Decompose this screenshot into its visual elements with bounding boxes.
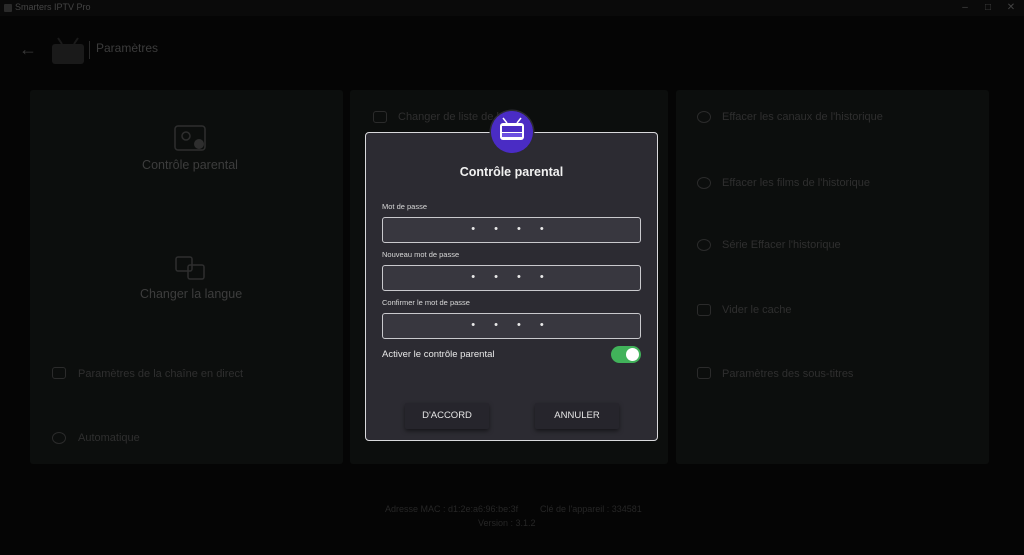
arrow-left-icon[interactable]: ← bbox=[19, 39, 37, 60]
auto-icon bbox=[52, 432, 66, 444]
app-icon bbox=[4, 4, 12, 12]
language-icon bbox=[175, 256, 205, 280]
parental-control-label[interactable]: Contrôle parental bbox=[140, 158, 240, 172]
password-field[interactable]: • • • • bbox=[382, 217, 641, 243]
clear-channels-history-label[interactable]: Effacer les canaux de l'historique bbox=[722, 111, 883, 123]
toggle-knob bbox=[626, 348, 639, 361]
history-icon bbox=[697, 111, 711, 123]
history-icon bbox=[697, 177, 711, 189]
cache-icon bbox=[697, 304, 711, 316]
dialog-title: Contrôle parental bbox=[459, 165, 564, 179]
smarters-logo bbox=[52, 37, 84, 64]
window-titlebar: Smarters IPTV Pro – □ ✕ bbox=[0, 0, 1024, 16]
clear-movies-history-label[interactable]: Effacer les films de l'historique bbox=[722, 177, 870, 189]
password-label: Mot de passe bbox=[382, 202, 428, 211]
history-icon bbox=[697, 239, 711, 251]
new-password-label: Nouveau mot de passe bbox=[382, 250, 460, 259]
confirm-password-field[interactable]: • • • • bbox=[382, 313, 641, 339]
window-title: Smarters IPTV Pro bbox=[15, 2, 91, 12]
app-version: Version : 3.1.2 bbox=[478, 518, 536, 528]
parental-control-dialog: Contrôle parental Mot de passe • • • • N… bbox=[365, 132, 658, 441]
device-key: Clé de l'appareil : 334581 bbox=[540, 504, 642, 514]
list-icon bbox=[373, 111, 387, 123]
auto-label[interactable]: Automatique bbox=[78, 432, 140, 444]
enable-parental-label: Activer le contrôle parental bbox=[382, 349, 495, 360]
mac-address: Adresse MAC : d1:2e:a6:96:be:3f bbox=[385, 504, 519, 514]
new-password-field[interactable]: • • • • bbox=[382, 265, 641, 291]
page-title: Paramètres bbox=[96, 41, 159, 55]
clear-cache-label[interactable]: Vider le cache bbox=[722, 304, 792, 316]
maximize-button[interactable]: □ bbox=[981, 1, 995, 15]
enable-parental-toggle[interactable] bbox=[611, 346, 641, 363]
confirm-password-label: Confirmer le mot de passe bbox=[382, 298, 470, 307]
live-settings-label[interactable]: Paramètres de la chaîne en direct bbox=[78, 368, 243, 380]
subtitles-icon bbox=[697, 367, 711, 379]
ok-button[interactable]: D'ACCORD bbox=[405, 403, 489, 429]
live-settings-icon bbox=[52, 367, 66, 379]
change-playlist-label[interactable]: Changer de liste de le bbox=[398, 111, 505, 123]
cancel-button[interactable]: ANNULER bbox=[535, 403, 619, 429]
parental-control-icon bbox=[174, 125, 206, 151]
change-language-label[interactable]: Changer la langue bbox=[140, 287, 242, 301]
close-button[interactable]: ✕ bbox=[1004, 1, 1018, 15]
right-panel bbox=[676, 90, 989, 464]
clear-series-history-label[interactable]: Série Effacer l'historique bbox=[722, 239, 841, 251]
subtitles-settings-label[interactable]: Paramètres des sous-titres bbox=[722, 368, 853, 380]
smarters-tv-logo bbox=[491, 111, 533, 153]
header-separator bbox=[89, 41, 90, 59]
minimize-button[interactable]: – bbox=[958, 1, 972, 15]
